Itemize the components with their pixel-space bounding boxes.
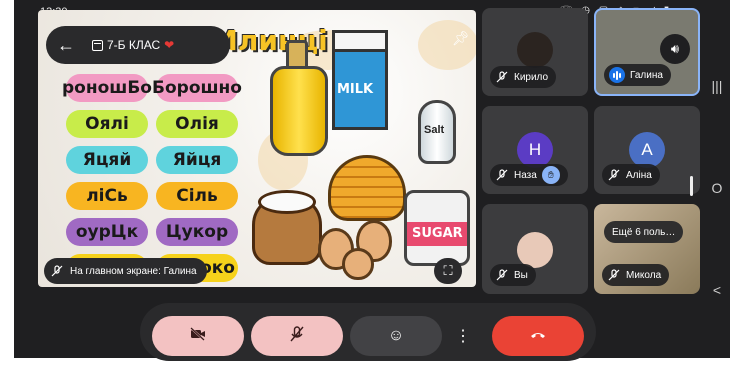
flour-sack-top (258, 190, 316, 214)
avatar: А (629, 132, 665, 168)
back-button[interactable]: ← (54, 33, 78, 57)
correct-word-pill: Сіль (156, 182, 238, 210)
oil-bottle-image (270, 66, 328, 156)
mic-off-icon (495, 168, 509, 182)
speaking-indicator-icon (609, 67, 625, 83)
meeting-header: ← 7-Б КЛАС ❤ (46, 26, 230, 64)
correct-word-pill: Яйця (156, 146, 238, 174)
back-icon: < (712, 282, 722, 298)
reactions-button[interactable]: ☺ (350, 316, 442, 356)
correct-word-pill: Борошно (152, 74, 242, 102)
participant-label: Вы (490, 264, 536, 286)
participant-tile[interactable]: Микола (594, 204, 700, 294)
presenter-label: На главном экране: Галина (44, 258, 207, 284)
participant-label: Микола (602, 264, 670, 286)
participant-name: Аліна (626, 169, 652, 181)
more-participants-button[interactable]: Ещё 6 поль… (604, 221, 684, 243)
avatar: Н (517, 132, 553, 168)
participant-name: Галина (630, 69, 663, 81)
back-nav-button[interactable]: < (705, 282, 729, 298)
participant-label: Наза ✋︎ (490, 164, 568, 186)
pin-icon[interactable]: 📌︎ (452, 30, 470, 47)
mic-off-icon (50, 264, 64, 278)
more-vert-icon: ⋮ (455, 328, 471, 345)
participant-tile[interactable]: А Аліна (594, 106, 700, 194)
mic-off-icon (607, 268, 621, 282)
participant-label: Кирило (490, 66, 557, 88)
mic-off-icon (495, 70, 509, 84)
heart-icon: ❤ (164, 38, 175, 52)
participant-tile[interactable]: Н Наза ✋︎ (482, 106, 588, 194)
avatar (517, 32, 553, 68)
scrambled-word-pill: Оялі (66, 110, 148, 138)
meeting-title-chip[interactable]: 7-Б КЛАС ❤ (92, 38, 174, 52)
more-options-button[interactable]: ⋮ (452, 316, 474, 356)
milk-label: MILK (337, 82, 374, 97)
participant-name: Вы (514, 269, 528, 281)
emoji-icon: ☺ (387, 327, 405, 344)
fullscreen-icon: ⛶ (443, 263, 453, 278)
participant-tile[interactable]: Кирило (482, 8, 588, 96)
correct-word-pill: Олія (156, 110, 238, 138)
home-icon: O (711, 180, 723, 196)
avatar-initial: Н (528, 140, 542, 159)
home-nav-button[interactable]: O (705, 180, 729, 196)
camera-toggle-button[interactable] (152, 316, 244, 356)
participant-tile[interactable]: Вы (482, 204, 588, 294)
sugar-label: SUGAR (412, 226, 463, 241)
fullscreen-button[interactable]: ⛶ (434, 258, 462, 284)
recents-icon: ||| (711, 78, 723, 94)
participant-name: Наза (514, 169, 537, 181)
presenter-label-text: На главном экране: Галина (70, 265, 197, 277)
avatar-initial: А (641, 140, 653, 159)
scrambled-word-pill: ліСь (66, 182, 148, 210)
salt-label: Salt (424, 124, 445, 136)
end-call-button[interactable] (492, 316, 584, 356)
mic-off-icon (290, 325, 304, 347)
scrollbar[interactable] (690, 176, 693, 196)
correct-word-pill: Цукор (156, 218, 238, 246)
participant-label: Аліна (602, 164, 660, 186)
avatar (517, 232, 553, 268)
mic-off-icon (495, 268, 509, 282)
meeting-title: 7-Б КЛАС (107, 38, 161, 52)
participant-name: Микола (626, 269, 662, 281)
calendar-icon (92, 39, 103, 51)
participant-label: Галина (604, 64, 671, 86)
participant-tile-speaking[interactable]: 🔊︎ Галина (594, 8, 700, 96)
camera-off-icon (190, 326, 206, 346)
scrambled-word-pill: оурЦк (66, 218, 148, 246)
mic-off-icon (607, 168, 621, 182)
volume-button[interactable]: 🔊︎ (660, 34, 690, 64)
raised-hand-icon: ✋︎ (541, 166, 560, 184)
recents-nav-button[interactable]: ||| (705, 78, 729, 94)
speaker-icon: 🔊︎ (670, 41, 680, 56)
hang-up-icon (530, 327, 546, 345)
screen-edge (0, 0, 14, 365)
participant-name: Кирило (514, 71, 549, 83)
milk-carton-top (332, 30, 388, 52)
scrambled-word-pill: роношБо (62, 74, 152, 102)
mic-toggle-button[interactable] (251, 316, 343, 356)
egg-image (342, 248, 374, 280)
scrambled-word-pill: Яцяй (66, 146, 148, 174)
arrow-left-icon: ← (57, 34, 75, 55)
